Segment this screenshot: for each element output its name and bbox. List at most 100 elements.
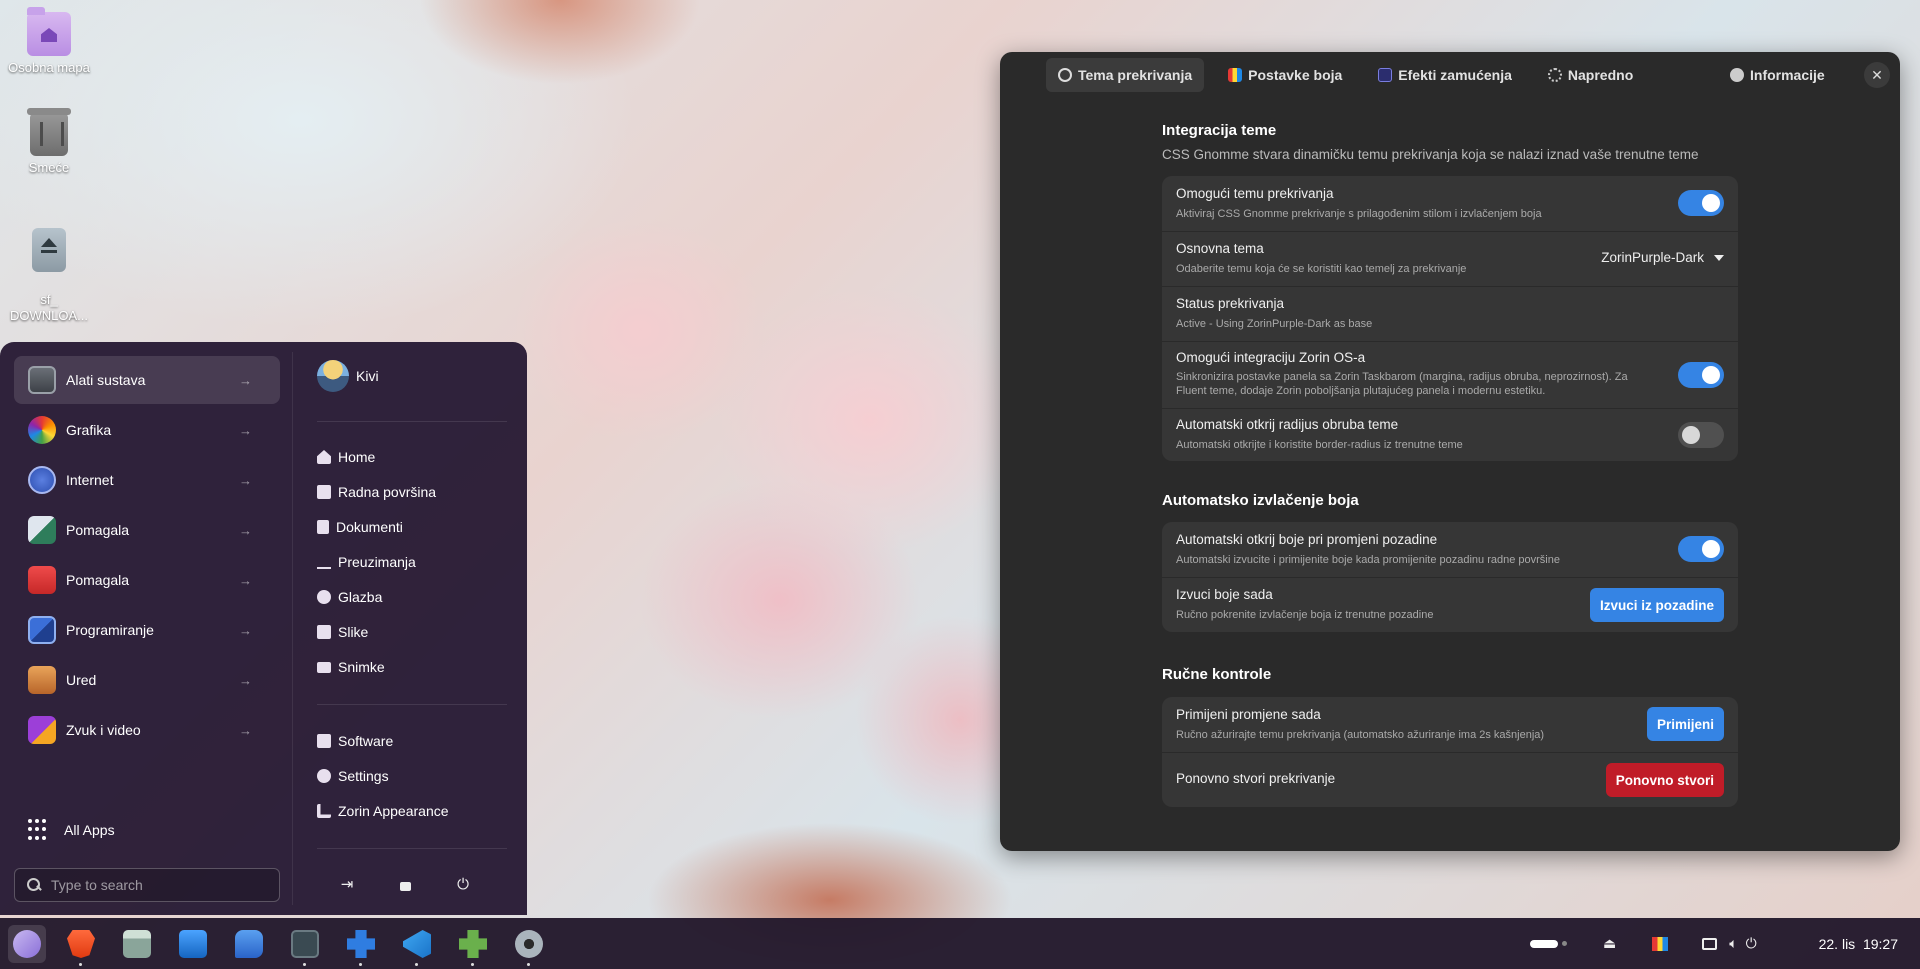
download-icon — [317, 555, 331, 569]
dropdown-value: ZorinPurple-Dark — [1601, 250, 1704, 265]
taskbar-software[interactable] — [174, 925, 212, 963]
taskbar-brave[interactable] — [62, 925, 100, 966]
category-label: Grafika — [66, 422, 112, 438]
appearance-tray-icon[interactable] — [1652, 936, 1669, 951]
place-music[interactable]: Glazba — [317, 584, 382, 610]
place-label: Snimke — [338, 659, 385, 675]
place-pictures[interactable]: Slike — [317, 619, 368, 645]
logout-button[interactable]: ⇥ — [335, 872, 359, 896]
zorin-menu-button[interactable] — [8, 925, 46, 963]
document-icon — [317, 520, 329, 534]
row-zorin-integration: Omogući integraciju Zorin OS-a Sinkroniz… — [1162, 342, 1738, 408]
clock[interactable]: 22. lis 19:27 — [1819, 918, 1898, 969]
appearance-icon — [317, 804, 331, 818]
start-menu: Alati sustava → Grafika → Internet → Pom… — [0, 342, 527, 915]
power-button[interactable]: ⏻ — [451, 872, 475, 896]
zorin-integration-toggle[interactable] — [1678, 362, 1724, 388]
place-home[interactable]: Home — [317, 444, 375, 470]
arrow-right-icon: → — [239, 622, 252, 638]
desktop-icon-home-folder[interactable]: Osobna mapa — [4, 7, 94, 75]
category-accessories[interactable]: Pomagala → — [14, 506, 280, 554]
desktop-icon-trash[interactable]: Smeće — [4, 108, 94, 175]
eject-icon[interactable]: ⏏ — [1603, 935, 1616, 952]
workspace-dot-icon — [1562, 941, 1567, 946]
category-programming[interactable]: Programiranje → — [14, 606, 280, 654]
power-tray-icon[interactable]: ⏻ — [1746, 935, 1757, 952]
running-indicator — [471, 963, 474, 966]
accessories-icon — [28, 516, 56, 544]
running-indicator — [415, 963, 418, 966]
desktop-icon-label: sf_ DOWNLOA... — [9, 292, 88, 323]
all-apps-button[interactable]: All Apps — [14, 812, 115, 848]
screen-icon[interactable] — [1702, 937, 1718, 950]
apply-button[interactable]: Primijeni — [1646, 707, 1724, 741]
blur-icon — [1378, 68, 1393, 82]
chat-icon — [235, 930, 263, 958]
row-extract-colors: Izvuci boje sada Ručno pokrenite izvlače… — [1162, 578, 1738, 632]
desktop-icon-drive[interactable]: sf_ DOWNLOA... — [4, 212, 94, 340]
app-software[interactable]: Software — [317, 728, 393, 754]
settings-gear-icon — [515, 930, 543, 958]
terminal-icon — [291, 930, 319, 958]
sound-video-icon — [28, 716, 56, 744]
programming-icon — [28, 616, 56, 644]
taskbar-chat[interactable] — [230, 925, 268, 963]
settings-group-theme: Omogući temu prekrivanja Aktiviraj CSS G… — [1162, 176, 1738, 461]
tab-blur-effects[interactable]: Efekti zamućenja — [1366, 58, 1524, 92]
taskbar-settings[interactable] — [510, 925, 548, 966]
row-title: Omogući temu prekrivanja — [1176, 186, 1334, 201]
arrow-right-icon: → — [239, 722, 252, 738]
tab-information[interactable]: Informacije — [1718, 58, 1837, 92]
app-zorin-appearance[interactable]: Zorin Appearance — [317, 798, 449, 824]
category-sound-video[interactable]: Zvuk i video → — [14, 706, 280, 754]
app-label: Software — [338, 733, 394, 749]
lock-button[interactable] — [393, 872, 417, 896]
tab-advanced[interactable]: Napredno — [1536, 58, 1645, 92]
office-icon — [28, 666, 56, 694]
category-office[interactable]: Ured → — [14, 656, 280, 704]
arrow-right-icon: → — [239, 372, 252, 388]
power-icon: ⏻ — [457, 875, 469, 893]
settings-group-color-extraction: Automatski otkrij boje pri promjeni poza… — [1162, 522, 1738, 632]
auto-detect-colors-toggle[interactable] — [1678, 536, 1724, 562]
place-downloads[interactable]: Preuzimanja — [317, 549, 416, 575]
close-button[interactable]: ✕ — [1864, 62, 1890, 88]
place-documents[interactable]: Dokumenti — [317, 514, 403, 540]
place-desktop[interactable]: Radna površina — [317, 479, 436, 505]
tab-label: Tema prekrivanja — [1078, 67, 1193, 83]
music-icon — [317, 590, 331, 604]
volume-icon[interactable]: 🔈︎ — [1729, 935, 1737, 952]
tab-label: Informacije — [1750, 67, 1825, 83]
base-theme-dropdown[interactable]: ZorinPurple-Dark — [1601, 250, 1724, 265]
section-description: CSS Gnomme stvara dinamičku temu prekriv… — [1162, 147, 1699, 162]
graphics-icon — [28, 416, 56, 444]
taskbar: ⏏ 🔈︎ ⏻ 22. lis 19:27 — [0, 918, 1920, 969]
taskbar-terminal[interactable] — [286, 925, 324, 966]
taskbar-files[interactable] — [118, 925, 156, 963]
taskbar-puzzle[interactable] — [454, 925, 492, 966]
category-graphics[interactable]: Grafika → — [14, 406, 280, 454]
running-indicator — [527, 963, 530, 966]
workspace-indicator-icon[interactable] — [1530, 939, 1558, 948]
recreate-button[interactable]: Ponovno stvori — [1605, 763, 1724, 797]
arrow-right-icon: → — [239, 472, 252, 488]
taskbar-extensions[interactable] — [342, 925, 380, 966]
arrow-right-icon: → — [239, 522, 252, 538]
tab-color-settings[interactable]: Postavke boja — [1216, 58, 1354, 92]
search-box[interactable] — [14, 868, 280, 902]
search-input[interactable] — [51, 877, 271, 893]
taskbar-vscode[interactable] — [398, 925, 436, 966]
category-label: Programiranje — [66, 622, 154, 638]
category-system-tools[interactable]: Alati sustava → — [14, 356, 280, 404]
category-internet[interactable]: Internet → — [14, 456, 280, 504]
tab-overlay-theme[interactable]: Tema prekrivanja — [1046, 58, 1205, 92]
drive-icon — [32, 228, 66, 272]
row-subtitle: Sinkronizira postavke panela sa Zorin Ta… — [1176, 371, 1628, 383]
extract-from-background-button[interactable]: Izvuci iz pozadine — [1589, 588, 1724, 622]
enable-overlay-toggle[interactable] — [1678, 190, 1724, 216]
category-utilities[interactable]: Pomagala → — [14, 556, 280, 604]
user-profile[interactable]: Kivi — [317, 360, 379, 392]
place-videos[interactable]: Snimke — [317, 654, 385, 680]
app-settings[interactable]: Settings — [317, 763, 389, 789]
auto-border-radius-toggle[interactable] — [1678, 422, 1724, 448]
